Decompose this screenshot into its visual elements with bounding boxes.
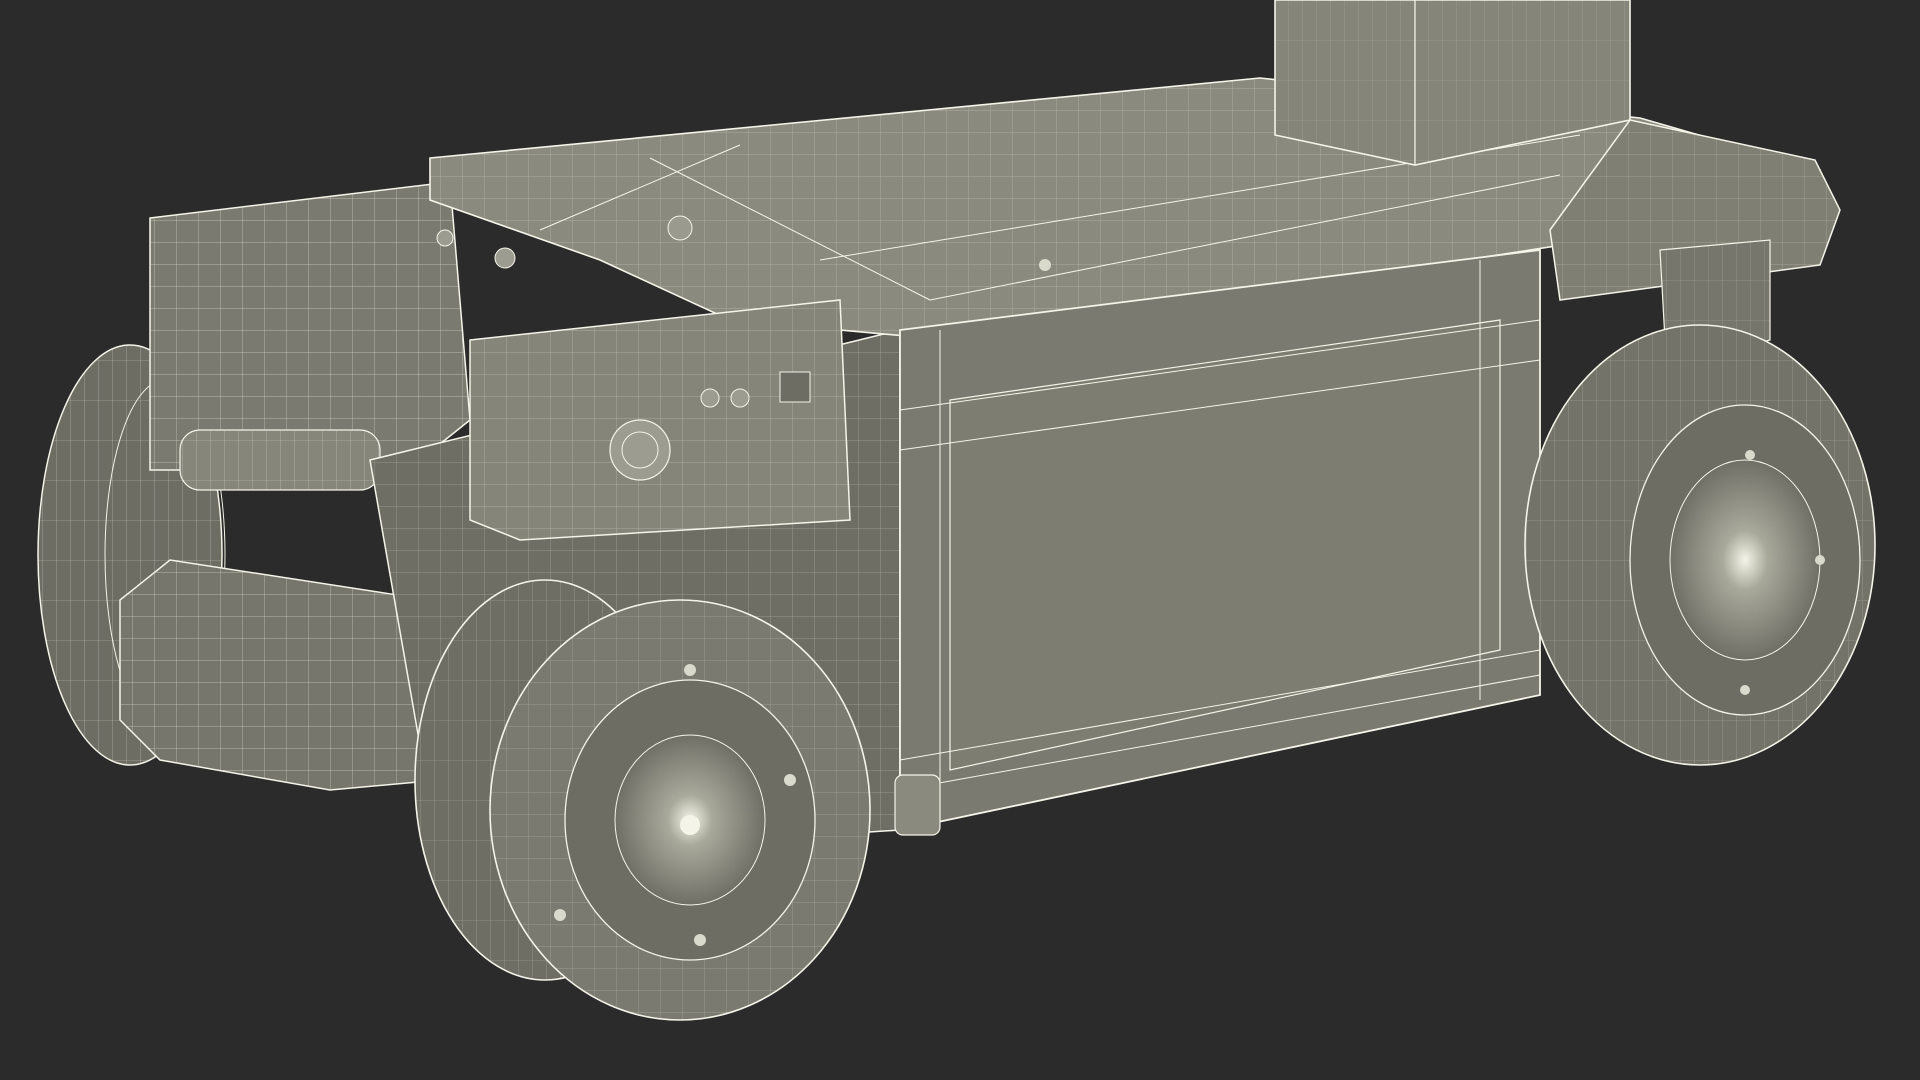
side-battery-panel xyxy=(899,248,1541,832)
front-right-wheel xyxy=(1524,324,1876,766)
render-viewport xyxy=(0,0,1920,1080)
wireframe-vehicle-render xyxy=(37,0,1876,1021)
fork-tab xyxy=(894,774,941,836)
